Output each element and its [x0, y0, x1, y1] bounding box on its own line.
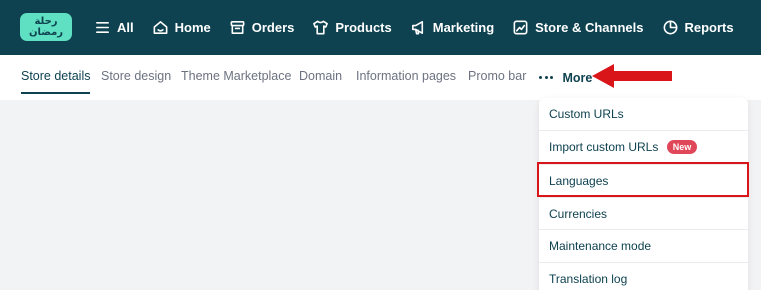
- menu-item-custom-urls[interactable]: Custom URLs: [539, 98, 748, 130]
- tshirt-icon: [313, 20, 329, 35]
- tab-more-label: More: [562, 70, 593, 85]
- nav-store-channels[interactable]: Store & Channels: [512, 19, 644, 36]
- nav-home-label: Home: [174, 20, 211, 35]
- tab-theme-marketplace[interactable]: Theme Marketplace: [181, 55, 291, 100]
- nav-products[interactable]: Products: [312, 19, 392, 36]
- menu-item-maintenance-mode[interactable]: Maintenance mode: [539, 229, 748, 261]
- menu-item-label: Currencies: [549, 207, 608, 221]
- nav-reports[interactable]: Reports: [662, 19, 734, 36]
- brand-logo[interactable]: رحلة رمضان: [20, 13, 72, 41]
- logo-line-1: رحلة: [34, 16, 58, 27]
- annotation-arrow-icon: [592, 64, 672, 88]
- tab-promo-bar[interactable]: Promo bar: [468, 55, 526, 100]
- menu-item-label: Custom URLs: [549, 107, 624, 121]
- tab-store-details[interactable]: Store details: [21, 55, 91, 100]
- menu-item-label: Maintenance mode: [549, 239, 652, 253]
- megaphone-icon: [411, 21, 423, 35]
- nav-orders-label: Orders: [251, 20, 295, 35]
- nav-all-label: All: [117, 20, 134, 35]
- menu-item-translation-log[interactable]: Translation log: [539, 262, 748, 290]
- nav-home[interactable]: Home: [152, 19, 211, 36]
- pie-chart-icon: [663, 20, 677, 35]
- menu-item-label: Import custom URLs: [549, 140, 659, 154]
- nav-all[interactable]: All: [94, 19, 134, 36]
- nav-marketing-label: Marketing: [432, 20, 495, 35]
- tab-more[interactable]: More: [539, 55, 592, 100]
- new-badge: New: [666, 140, 698, 154]
- logo-line-2: رمضان: [28, 27, 64, 38]
- tab-information-pages[interactable]: Information pages: [356, 55, 456, 100]
- nav-reports-label: Reports: [684, 20, 734, 35]
- menu-item-import-custom-urls[interactable]: Import custom URLs New: [539, 130, 748, 162]
- annotation-highlight-box: [537, 162, 749, 197]
- main-nav: All Home Orders Products Marketing Store…: [94, 0, 752, 55]
- menu-icon: [96, 21, 109, 34]
- nav-marketing[interactable]: Marketing: [410, 19, 494, 36]
- home-icon: [153, 21, 168, 34]
- nav-orders[interactable]: Orders: [229, 19, 295, 36]
- store-channels-icon: [513, 20, 528, 35]
- top-navigation-bar: رحلة رمضان All Home Orders Products Mark…: [0, 0, 761, 55]
- tab-store-design[interactable]: Store design: [101, 55, 171, 100]
- nav-products-label: Products: [335, 20, 392, 35]
- more-dots-icon: [539, 76, 556, 79]
- nav-store-channels-label: Store & Channels: [535, 20, 644, 35]
- menu-item-label: Translation log: [549, 272, 628, 286]
- tab-domain[interactable]: Domain: [299, 55, 342, 100]
- menu-item-currencies[interactable]: Currencies: [539, 197, 748, 229]
- orders-box-icon: [230, 21, 245, 34]
